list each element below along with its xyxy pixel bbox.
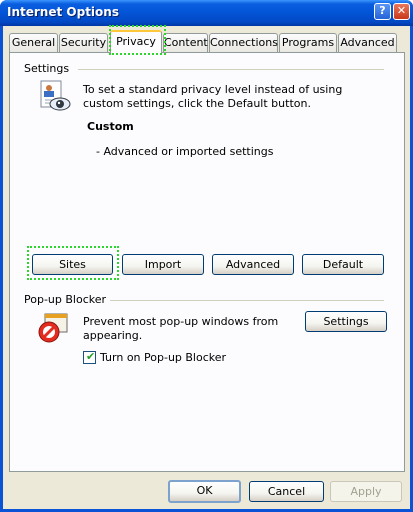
tab-connections[interactable]: Connections (209, 33, 278, 52)
popup-blocker-group-label: Pop-up Blocker (24, 293, 107, 306)
default-button[interactable]: Default (302, 254, 384, 275)
settings-description: To set a standard privacy level instead … (83, 83, 343, 110)
popup-blocker-checkbox-label[interactable]: Turn on Pop-up Blocker (100, 351, 226, 365)
checkmark-icon: ✔ (86, 350, 96, 363)
import-button[interactable]: Import (122, 254, 204, 275)
help-button[interactable]: ? (374, 3, 391, 20)
sites-button[interactable]: Sites (32, 254, 113, 275)
popup-settings-button[interactable]: Settings (305, 311, 387, 332)
settings-group-label: Settings (24, 62, 70, 75)
privacy-panel: Settings To set a standard privacy level… (9, 52, 405, 472)
dialog-client-area: General Security Privacy Content Connect… (3, 25, 410, 509)
tab-strip: General Security Privacy Content Connect… (9, 30, 405, 53)
privacy-level-title: Custom (87, 120, 134, 133)
cancel-button[interactable]: Cancel (249, 481, 324, 502)
privacy-level-detail: - Advanced or imported settings (96, 145, 274, 158)
apply-button[interactable]: Apply (330, 481, 402, 502)
popup-blocker-description: Prevent most pop-up windows from appeari… (83, 315, 279, 342)
tab-advanced[interactable]: Advanced (338, 33, 397, 52)
close-button[interactable]: ✕ (393, 3, 410, 20)
tab-general[interactable]: General (9, 33, 58, 52)
tab-privacy[interactable]: Privacy (110, 30, 162, 53)
ok-button[interactable]: OK (168, 480, 241, 503)
popup-blocker-checkbox[interactable]: ✔ (83, 350, 96, 364)
privacy-settings-icon (38, 80, 72, 114)
advanced-button[interactable]: Advanced (212, 254, 294, 275)
tab-programs[interactable]: Programs (279, 33, 337, 52)
tab-content[interactable]: Content (163, 33, 208, 52)
title-bar[interactable]: Internet Options ? ✕ (0, 0, 413, 26)
settings-divider (78, 69, 384, 70)
tab-security[interactable]: Security (59, 33, 108, 52)
popup-blocker-icon (37, 312, 71, 346)
window-title: Internet Options (7, 5, 119, 19)
internet-options-window: Internet Options ? ✕ General Security Pr… (0, 0, 413, 512)
popup-blocker-divider (110, 300, 384, 301)
